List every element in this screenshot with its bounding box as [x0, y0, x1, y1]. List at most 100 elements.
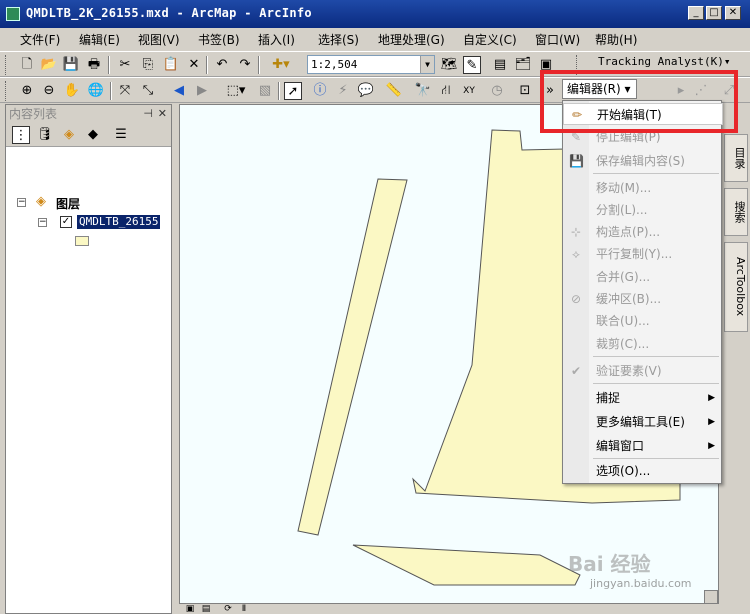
zoom-out-icon[interactable]: ⊖: [40, 82, 58, 100]
arcmap-app-icon[interactable]: [6, 7, 20, 21]
close-button[interactable]: ✕: [725, 6, 741, 20]
menu-selection[interactable]: 选择(S): [318, 31, 359, 48]
editor-menu-item[interactable]: ⊘ 缓冲区(B)...: [563, 288, 723, 310]
scroll-right-button[interactable]: [704, 590, 718, 604]
toolbar-grip[interactable]: [5, 81, 8, 101]
identify-icon[interactable]: ⓘ: [311, 82, 329, 100]
select-features-icon[interactable]: ⬚▾: [222, 82, 250, 100]
close-icon[interactable]: ✕: [158, 105, 167, 123]
editor-menu-item[interactable]: 联合(U)...: [563, 310, 723, 332]
menu-view[interactable]: 视图(V): [138, 31, 180, 48]
editor-menu-item[interactable]: ✔ 验证要素(V): [563, 360, 723, 382]
menu-edit[interactable]: 编辑(E): [79, 31, 120, 48]
layer-symbol-swatch[interactable]: [75, 236, 89, 246]
list-by-visibility-icon[interactable]: ◈: [60, 126, 78, 144]
options-icon[interactable]: ☰: [112, 126, 130, 144]
pause-drawing-icon[interactable]: Ⅱ: [235, 600, 253, 614]
editor-menu-item[interactable]: 分割(L)...: [563, 199, 723, 221]
hyperlink-icon[interactable]: ⚡: [334, 82, 352, 100]
save-icon[interactable]: 💾: [62, 56, 80, 74]
menu-windows[interactable]: 窗口(W): [535, 31, 580, 48]
toolbar-grip[interactable]: [5, 55, 8, 75]
catalog-window-icon[interactable]: 🗂: [514, 56, 532, 74]
menu-geoprocessing[interactable]: 地理处理(G): [378, 31, 445, 48]
search-tab[interactable]: 搜索: [724, 188, 748, 236]
editor-menu-item[interactable]: ⟡ 平行复制(Y)...: [563, 243, 723, 265]
html-popup-icon[interactable]: 💬: [357, 82, 375, 100]
layout-view-icon[interactable]: ▤: [197, 600, 215, 614]
list-by-drawing-order-icon[interactable]: ⋮: [12, 126, 30, 144]
right-dock-tabs: 目录 搜索 ArcToolbox: [722, 104, 750, 614]
submenu-arrow-icon: ▶: [708, 417, 715, 427]
layers-group-label[interactable]: 图层: [56, 195, 80, 212]
toolbar-separator: [258, 56, 260, 74]
cut-icon[interactable]: ✂: [116, 56, 134, 74]
map-scale-combobox[interactable]: 1:2,504 ▼: [307, 55, 435, 74]
copy-icon[interactable]: ⎘: [139, 56, 157, 74]
delete-icon[interactable]: ✕: [185, 56, 203, 74]
editor-menu-item[interactable]: 裁剪(C)...: [563, 333, 723, 355]
find-icon[interactable]: 🔭: [414, 82, 432, 100]
forward-extent-icon[interactable]: ▶: [193, 82, 211, 100]
editor-menu-item[interactable]: 合并(G)...: [563, 266, 723, 288]
print-icon[interactable]: 🖶: [85, 56, 103, 74]
find-route-icon[interactable]: ⛙: [437, 82, 455, 100]
menu-bookmarks[interactable]: 书签(B): [198, 31, 240, 48]
list-by-selection-icon[interactable]: ◆: [84, 126, 102, 144]
editor-menu-item[interactable]: ⊹ 构造点(P)...: [563, 221, 723, 243]
redo-icon[interactable]: ↷: [236, 56, 254, 74]
go-to-xy-icon[interactable]: XY: [460, 82, 478, 100]
measure-icon[interactable]: 📏: [385, 82, 403, 100]
editor-menu-item-label: 验证要素(V): [596, 364, 662, 378]
editor-menu-item[interactable]: 编辑窗口 ▶: [563, 435, 723, 457]
collapse-icon[interactable]: −: [17, 198, 26, 207]
editor-menu-item[interactable]: 选项(O)...: [563, 460, 723, 482]
editor-menu-item-label: 合并(G)...: [596, 270, 651, 284]
catalog-tab[interactable]: 目录: [724, 134, 748, 182]
table-window-icon[interactable]: ▤: [491, 56, 509, 74]
layers-icon: ◈: [36, 194, 46, 209]
toc-toolbar: ⋮ 🛢 ◈ ◆ ☰: [6, 123, 171, 147]
editor-toolbar-icon[interactable]: 🗺: [440, 56, 458, 74]
minimize-button[interactable]: _: [688, 6, 704, 20]
edit-tool-icon[interactable]: ✎: [463, 56, 481, 74]
tracking-analyst-menu[interactable]: Tracking Analyst(K)▾: [598, 55, 730, 68]
fixed-zoom-out-icon[interactable]: ⤡: [139, 82, 157, 100]
editor-menu-item-label: 编辑窗口: [596, 439, 645, 453]
menu-insert[interactable]: 插入(I): [258, 31, 295, 48]
editor-menu-item[interactable]: 移动(M)...: [563, 177, 723, 199]
parcel-polygon: [352, 544, 581, 586]
create-viewer-icon[interactable]: ⊡: [516, 82, 534, 100]
arctoolbox-tab[interactable]: ArcToolbox: [724, 242, 748, 332]
menu-file[interactable]: 文件(F): [20, 31, 60, 48]
pin-icon[interactable]: ⊣: [143, 105, 153, 123]
list-by-source-icon[interactable]: 🛢: [36, 126, 54, 144]
pan-icon[interactable]: ✋: [63, 82, 81, 100]
back-extent-icon[interactable]: ◀: [170, 82, 188, 100]
menu-separator: [593, 173, 719, 174]
editor-menu-item[interactable]: 捕捉 ▶: [563, 387, 723, 409]
collapse-icon[interactable]: −: [38, 218, 47, 227]
maximize-button[interactable]: □: [706, 6, 722, 20]
window-title: QMDLTB_2K_26155.mxd - ArcMap - ArcInfo: [26, 6, 312, 20]
menu-customize[interactable]: 自定义(C): [463, 31, 517, 48]
toolbar-separator: [278, 82, 280, 100]
submenu-arrow-icon: ▶: [708, 441, 715, 451]
menu-help[interactable]: 帮助(H): [595, 31, 637, 48]
fixed-zoom-in-icon[interactable]: ⤧: [116, 82, 134, 100]
layer-name[interactable]: QMDLTB_26155: [77, 215, 161, 229]
open-folder-icon[interactable]: 📂: [40, 56, 58, 74]
layer-visibility-checkbox[interactable]: ✓: [60, 216, 72, 228]
zoom-in-icon[interactable]: ⊕: [18, 82, 36, 100]
clear-selection-icon[interactable]: ▧: [256, 82, 274, 100]
add-data-icon[interactable]: ✚▾: [265, 56, 297, 74]
select-elements-icon[interactable]: ➚: [284, 82, 302, 100]
editor-menu-item[interactable]: 💾 保存编辑内容(S): [563, 150, 723, 172]
time-slider-icon[interactable]: ◷: [488, 82, 506, 100]
editor-menu-item[interactable]: 更多编辑工具(E) ▶: [563, 411, 723, 433]
paste-icon[interactable]: 📋: [162, 56, 180, 74]
chevron-down-icon[interactable]: ▼: [420, 56, 434, 73]
undo-icon[interactable]: ↶: [213, 56, 231, 74]
new-document-icon[interactable]: 🗋: [18, 56, 36, 74]
full-extent-icon[interactable]: 🌐: [87, 82, 105, 100]
